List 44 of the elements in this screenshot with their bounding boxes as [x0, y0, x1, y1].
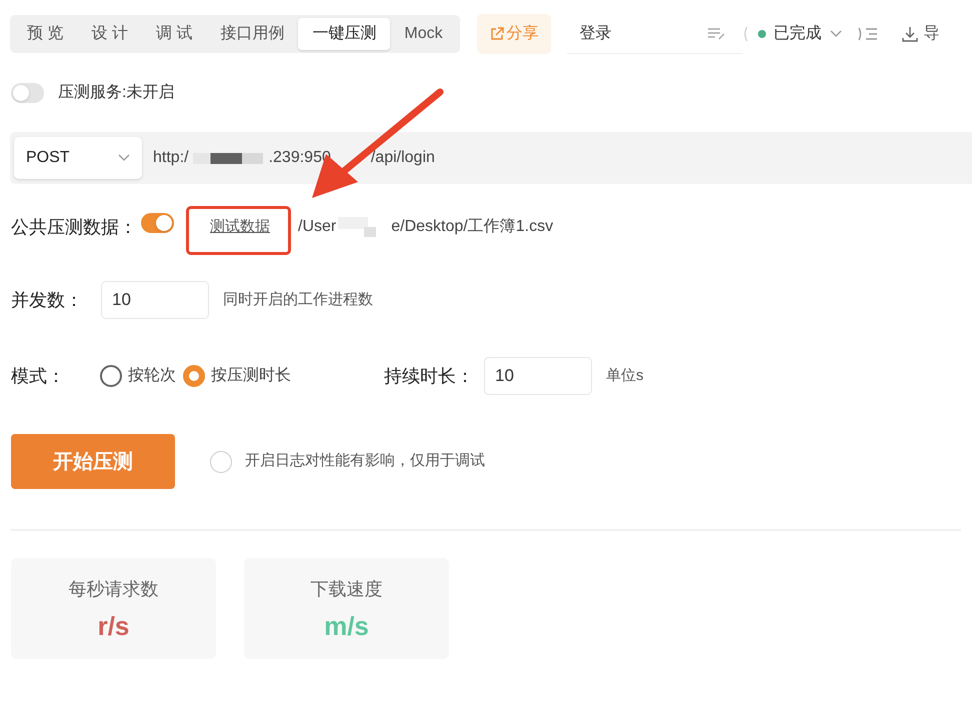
download-icon — [902, 26, 918, 42]
radio-label: 按轮次 — [128, 366, 176, 386]
tab[interactable]: Mock — [390, 18, 457, 50]
toggle-switch[interactable] — [11, 83, 44, 103]
bracket-icon — [742, 26, 748, 42]
status-dropdown[interactable]: 已完成 — [758, 22, 842, 46]
import-button[interactable]: 导 — [902, 22, 940, 46]
concurrency-field[interactable]: 10 — [101, 281, 209, 319]
tab[interactable]: 预 览 — [13, 18, 78, 50]
url-text: /api/login — [370, 148, 435, 168]
duration-field[interactable]: 10 — [484, 357, 592, 395]
radio-button[interactable] — [100, 365, 122, 387]
stat-value: m/s — [324, 610, 369, 643]
stat-value: r/s — [98, 610, 130, 643]
log-option-label: 开启日志对性能有影响，仅用于调试 — [245, 451, 485, 472]
tab[interactable]: 接口用例 — [206, 18, 298, 50]
radio-button[interactable] — [183, 365, 205, 387]
service-status-label: 压测服务:未开启 — [58, 82, 174, 103]
chevron-down-icon — [830, 30, 842, 38]
toggle-switch[interactable] — [141, 213, 174, 233]
redacted-blur-icon — [192, 150, 263, 166]
share-icon — [488, 26, 505, 42]
concurrency-label: 并发数： — [11, 288, 84, 312]
chevron-down-icon — [118, 154, 130, 162]
tab[interactable]: 设 计 — [77, 18, 142, 50]
test-data-link[interactable]: 测试数据 — [210, 216, 270, 238]
file-path-text: e/Desktop/工作簿1.csv — [391, 217, 554, 237]
duration-label: 持续时长： — [384, 364, 474, 388]
title-field[interactable]: 登录 — [566, 14, 743, 54]
unit-label: 单位s — [606, 366, 644, 386]
method-select[interactable]: POST — [14, 137, 142, 179]
public-data-label: 公共压测数据： — [11, 216, 137, 238]
outline-icon — [858, 26, 878, 42]
mode-label: 模式： — [11, 364, 66, 388]
edit-list-icon — [706, 26, 727, 42]
file-path-text: /User — [298, 217, 336, 237]
tab[interactable]: 调 试 — [142, 18, 206, 50]
tab[interactable]: 一键压测 — [298, 18, 390, 50]
concurrency-hint: 同时开启的工作进程数 — [223, 290, 373, 310]
url-text: http:/ — [153, 148, 189, 168]
stat-title: 下载速度 — [310, 578, 382, 601]
stat-title: 每秒请求数 — [68, 578, 158, 601]
radio-label: 按压测时长 — [211, 366, 291, 386]
checkbox[interactable] — [210, 450, 232, 472]
